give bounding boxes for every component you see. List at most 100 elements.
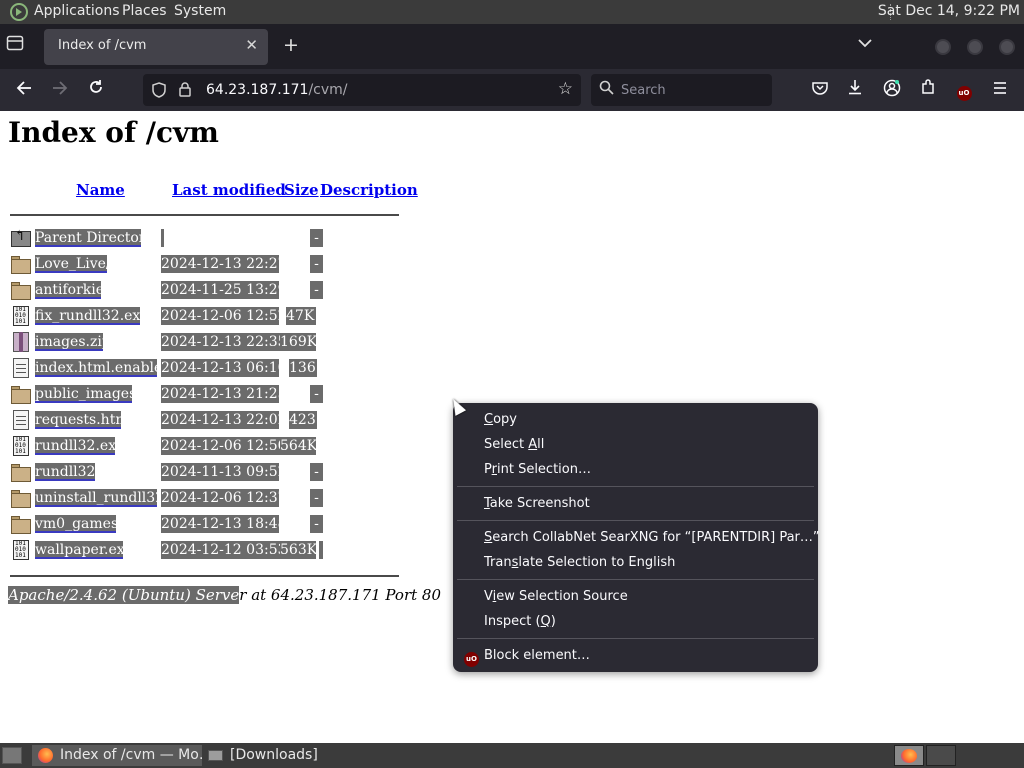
table-row: Love_Live/ 2024-12-13 22:27 - <box>0 252 420 278</box>
file-link[interactable]: fix_rundll32.exe <box>35 307 140 325</box>
places-menu[interactable]: Places <box>122 3 167 19</box>
column-modified-link[interactable]: Last modified <box>172 181 286 199</box>
menu-item-inspect[interactable]: Inspect (Q) <box>484 612 556 632</box>
server-signature-rest: r at 64.23.187.171 Port 80 <box>239 586 442 604</box>
menu-item-search-selection[interactable]: Search CollabNet SearXNG for “[PARENTDIR… <box>484 528 820 548</box>
table-row: index.html.enabled 2024-12-13 06:10 136 <box>0 356 420 382</box>
size-cell: 169K <box>280 333 316 351</box>
chevron-down-icon[interactable] <box>858 37 872 51</box>
table-row: vm0_games/ 2024-12-13 18:48 - <box>0 512 420 538</box>
menu-item-block-element[interactable]: uO Block element… <box>464 646 590 667</box>
back-folder-icon: ↰ <box>11 228 31 248</box>
shield-icon[interactable] <box>152 82 166 102</box>
url-path: /cvm/ <box>308 82 348 98</box>
ublock-icon[interactable]: uO <box>953 79 975 101</box>
file-link[interactable]: Parent Directory <box>35 229 141 247</box>
menu-item-copy[interactable]: Copy <box>484 410 517 430</box>
search-bar[interactable] <box>591 74 772 106</box>
ublock-icon: uO <box>464 652 479 667</box>
navigation-toolbar: 64.23.187.171/cvm/ ☆ uO <box>0 69 1024 111</box>
close-window-button[interactable] <box>999 39 1015 55</box>
menu-divider <box>457 638 814 639</box>
file-link[interactable]: wallpaper.exe <box>35 541 123 559</box>
show-desktop-button[interactable] <box>2 747 22 764</box>
binary-file-icon: 101 010 101 <box>11 540 31 560</box>
table-row: 101010101 wallpaper.exe 2024-12-12 03:53… <box>0 538 420 564</box>
url-bar[interactable]: 64.23.187.171/cvm/ ☆ <box>143 74 581 106</box>
new-tab-button[interactable]: + <box>280 34 302 56</box>
distro-logo-icon[interactable] <box>10 3 28 21</box>
lock-icon[interactable] <box>179 82 191 101</box>
table-row: rundll32/ 2024-11-13 09:52 - <box>0 460 420 486</box>
size-cell: - <box>310 229 323 247</box>
firefox-icon <box>38 748 53 763</box>
column-name-link[interactable]: Name <box>76 181 125 199</box>
size-cell: - <box>310 463 323 481</box>
file-link[interactable]: uninstall_rundll32/ <box>35 489 157 507</box>
modified-cell: 2024-11-13 09:52 <box>161 463 279 481</box>
column-size-link[interactable]: Size <box>284 181 319 199</box>
table-row: uninstall_rundll32/ 2024-12-06 12:37 - <box>0 486 420 512</box>
file-link[interactable]: requests.html <box>35 411 121 429</box>
menu-item-view-selection-source[interactable]: View Selection Source <box>484 587 628 607</box>
table-row: requests.html 2024-12-13 22:02 423 <box>0 408 420 434</box>
applications-menu[interactable]: Applications <box>34 3 120 19</box>
modified-cell: 2024-12-12 03:53 <box>161 541 281 559</box>
file-link[interactable]: rundll32/ <box>35 463 95 481</box>
menu-item-translate-selection[interactable]: Translate Selection to English <box>484 553 675 573</box>
close-tab-icon[interactable]: ✕ <box>245 36 258 54</box>
back-arrow-icon[interactable] <box>13 79 35 101</box>
modified-cell: 2024-12-13 06:10 <box>161 359 279 377</box>
table-row: antiforkie/ 2024-11-25 13:29 - <box>0 278 420 304</box>
tab-title: Index of /cvm <box>58 38 147 53</box>
account-icon[interactable] <box>881 79 903 101</box>
menu-item-select-all[interactable]: Select All <box>484 435 544 455</box>
menu-divider <box>457 486 814 487</box>
menu-item-print-selection[interactable]: Print Selection… <box>484 460 591 480</box>
firefox-view-icon <box>6 35 24 51</box>
firefox-view-button[interactable] <box>6 35 32 59</box>
size-cell: - <box>310 385 323 403</box>
hamburger-menu-icon[interactable] <box>989 79 1011 101</box>
taskbar-item-downloads[interactable]: [Downloads] <box>202 745 362 766</box>
url-host: 64.23.187.171 <box>206 82 309 98</box>
file-link[interactable]: vm0_games/ <box>35 515 116 533</box>
column-description-link[interactable]: Description <box>320 181 418 199</box>
table-row: public_images/ 2024-12-13 21:25 - <box>0 382 420 408</box>
workspace-switcher-2[interactable] <box>926 745 956 766</box>
tab-strip: Index of /cvm ✕ + <box>0 24 1024 69</box>
minimize-button[interactable] <box>935 39 951 55</box>
workspace-switcher-1[interactable] <box>894 745 924 766</box>
description-cell <box>319 541 323 559</box>
star-icon[interactable]: ☆ <box>558 79 573 99</box>
forward-arrow-icon[interactable] <box>49 79 71 101</box>
folder-icon <box>11 462 31 482</box>
search-input[interactable] <box>621 81 761 99</box>
file-link[interactable]: index.html.enabled <box>35 359 157 377</box>
menu-divider <box>457 520 814 521</box>
tab-active[interactable]: Index of /cvm ✕ <box>44 29 268 65</box>
modified-cell: 2024-11-25 13:29 <box>161 281 279 299</box>
file-link[interactable]: public_images/ <box>35 385 132 403</box>
size-cell: 47K <box>286 307 316 325</box>
folder-icon <box>11 384 31 404</box>
maximize-button[interactable] <box>967 39 983 55</box>
folder-icon <box>11 280 31 300</box>
reload-icon[interactable] <box>85 79 107 101</box>
table-row: 101 010 101 fix_rundll32.exe 2024-12-06 12… <box>0 304 420 330</box>
file-link[interactable]: antiforkie/ <box>35 281 101 299</box>
modified-cell: 2024-12-13 22:35 <box>161 333 281 351</box>
binary-file-icon: 101 010 101 <box>11 306 31 326</box>
taskbar-item-browser[interactable]: Index of /cvm — Mo… <box>32 745 202 766</box>
system-menu[interactable]: System <box>174 3 226 19</box>
menu-item-take-screenshot[interactable]: Take Screenshot <box>484 494 590 514</box>
text-file-icon <box>11 410 31 430</box>
size-cell: - <box>310 281 323 299</box>
extensions-icon[interactable] <box>917 79 939 101</box>
file-link[interactable]: rundll32.exe <box>35 437 115 455</box>
download-icon[interactable] <box>844 79 866 101</box>
file-link[interactable]: Love_Live/ <box>35 255 107 273</box>
file-link[interactable]: images.zip <box>35 333 103 351</box>
pocket-icon[interactable] <box>809 79 831 101</box>
panel-clock[interactable]: Sat Dec 14, 9:22 PM <box>878 3 1020 19</box>
